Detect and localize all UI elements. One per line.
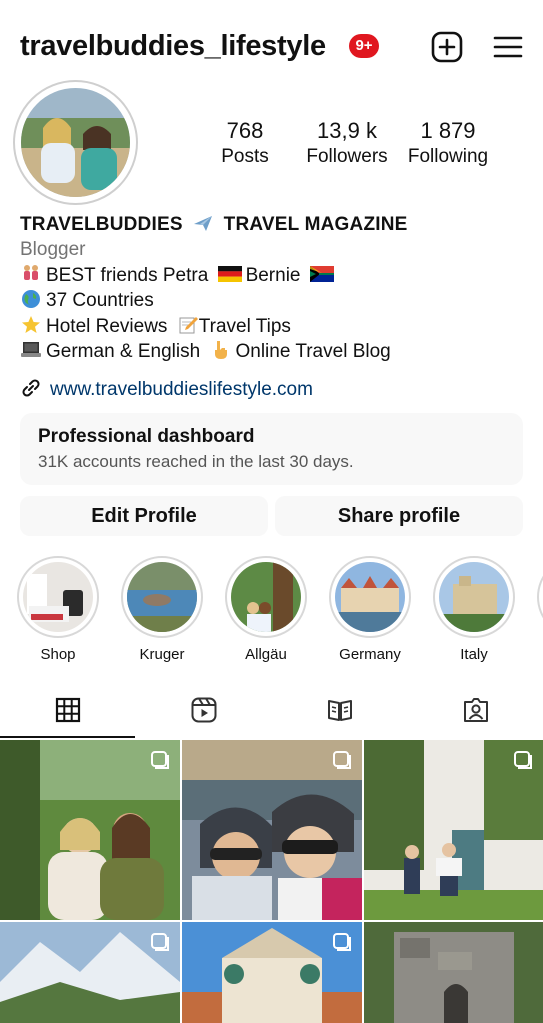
followers-count: 13,9 k — [317, 118, 377, 143]
bio-line-reviews-text2: Travel Tips — [198, 315, 291, 337]
memo-icon — [179, 316, 198, 334]
post-thumbnail[interactable] — [364, 740, 543, 920]
plus-square-icon[interactable] — [430, 30, 464, 64]
bio-line-countries-text: 37 Countries — [46, 290, 154, 312]
highlight-label: Kruger — [139, 646, 185, 663]
globe-icon — [22, 290, 40, 309]
laptop-icon — [21, 342, 41, 358]
germany-flag-icon — [217, 265, 242, 282]
posts-grid — [0, 740, 543, 1023]
profile-avatar-ring[interactable] — [13, 80, 138, 205]
highlight-ring — [329, 556, 411, 638]
star-icon — [22, 315, 40, 333]
highlight-ring — [433, 556, 515, 638]
highlight-ring — [225, 556, 307, 638]
posts-stat[interactable]: 768 Posts — [215, 118, 275, 168]
bio-line-friends-text: BEST friends Petra — [46, 264, 209, 286]
share-profile-button[interactable]: Share profile — [275, 496, 523, 536]
following-label: Following — [407, 146, 489, 167]
bio-line-language-text2: Online Travel Blog — [235, 341, 391, 363]
followers-stat[interactable]: 13,9 k Followers — [301, 118, 393, 168]
tab-posts-grid[interactable] — [0, 684, 135, 738]
avatar[interactable] — [21, 88, 130, 197]
bio-line-language-text: German & English — [46, 341, 201, 363]
posts-count: 768 — [226, 118, 264, 143]
display-name: TRAVELBUDDIES TRAVEL MAGAZINE — [20, 212, 530, 237]
profile-tabs — [0, 684, 543, 738]
highlight-kruger[interactable]: Kruger — [119, 556, 205, 663]
bio-line-language: German & English Online Travel Blog — [20, 339, 530, 364]
bio-line-reviews: Hotel Reviews Travel Tips — [20, 314, 530, 339]
post-thumbnail[interactable] — [0, 922, 180, 1023]
highlight-label: Allgäu — [245, 646, 287, 663]
highlight-allgaeu[interactable]: Allgäu — [223, 556, 309, 663]
multiple-photos-icon — [151, 751, 169, 769]
professional-dashboard[interactable]: Professional dashboard 31K accounts reac… — [20, 413, 523, 485]
pointing-down-icon — [215, 341, 228, 360]
dashboard-title: Professional dashboard — [38, 426, 255, 447]
following-count: 1 879 — [420, 118, 476, 143]
multiple-photos-icon — [333, 751, 351, 769]
bio-line-reviews-text: Hotel Reviews — [46, 315, 168, 337]
highlight-italy[interactable]: Italy — [431, 556, 517, 663]
followers-label: Followers — [306, 146, 388, 167]
two-women-icon — [24, 264, 38, 280]
dashboard-subtitle: 31K accounts reached in the last 30 days… — [38, 452, 354, 471]
bio-line-friends-text2: Bernie — [245, 264, 301, 286]
highlight-label: Germany — [339, 646, 401, 663]
highlight-ring — [121, 556, 203, 638]
highlight-ring — [537, 556, 543, 638]
tab-tagged[interactable] — [408, 684, 543, 738]
post-thumbnail[interactable] — [182, 740, 362, 920]
profile-category: Blogger — [20, 239, 86, 261]
post-thumbnail[interactable] — [0, 740, 180, 920]
website-link[interactable]: www.travelbuddieslifestyle.com — [20, 377, 313, 401]
grid-icon — [55, 697, 81, 723]
highlight-ring — [17, 556, 99, 638]
story-highlights: Shop Kruger Allgäu Germany Italy — [0, 556, 543, 666]
tab-reels[interactable] — [136, 684, 271, 738]
display-name-prefix: TRAVELBUDDIES — [20, 214, 183, 235]
highlight-label: Shop — [40, 646, 76, 663]
profile-bio: TRAVELBUDDIES TRAVEL MAGAZINE Blogger BE… — [20, 212, 530, 364]
link-icon — [22, 379, 40, 397]
notification-badge[interactable]: 9+ — [349, 34, 379, 58]
reels-icon — [191, 697, 217, 723]
website-url[interactable]: www.travelbuddieslifestyle.com — [50, 379, 313, 400]
highlight-partial[interactable] — [535, 556, 543, 638]
bio-line-countries: 37 Countries — [20, 288, 530, 313]
airplane-icon — [194, 216, 213, 231]
following-stat[interactable]: 1 879 Following — [403, 118, 493, 168]
highlight-shop[interactable]: Shop — [15, 556, 101, 663]
highlight-germany[interactable]: Germany — [327, 556, 413, 663]
tagged-person-icon — [464, 698, 488, 722]
posts-label: Posts — [221, 146, 269, 167]
multiple-photos-icon — [333, 933, 351, 951]
post-thumbnail[interactable] — [182, 922, 362, 1023]
profile-username[interactable]: travelbuddies_lifestyle — [20, 30, 326, 63]
display-name-suffix: TRAVEL MAGAZINE — [223, 214, 408, 235]
multiple-photos-icon — [514, 751, 532, 769]
bio-line-friends: BEST friends Petra Bernie — [20, 263, 530, 288]
edit-profile-button[interactable]: Edit Profile — [20, 496, 268, 536]
tab-guides[interactable] — [272, 684, 407, 738]
post-thumbnail[interactable] — [364, 922, 543, 1023]
multiple-photos-icon — [151, 933, 169, 951]
highlight-label: Italy — [460, 646, 488, 663]
guide-book-icon — [328, 700, 352, 721]
hamburger-menu-icon[interactable] — [492, 30, 526, 64]
south-africa-flag-icon — [309, 265, 334, 282]
